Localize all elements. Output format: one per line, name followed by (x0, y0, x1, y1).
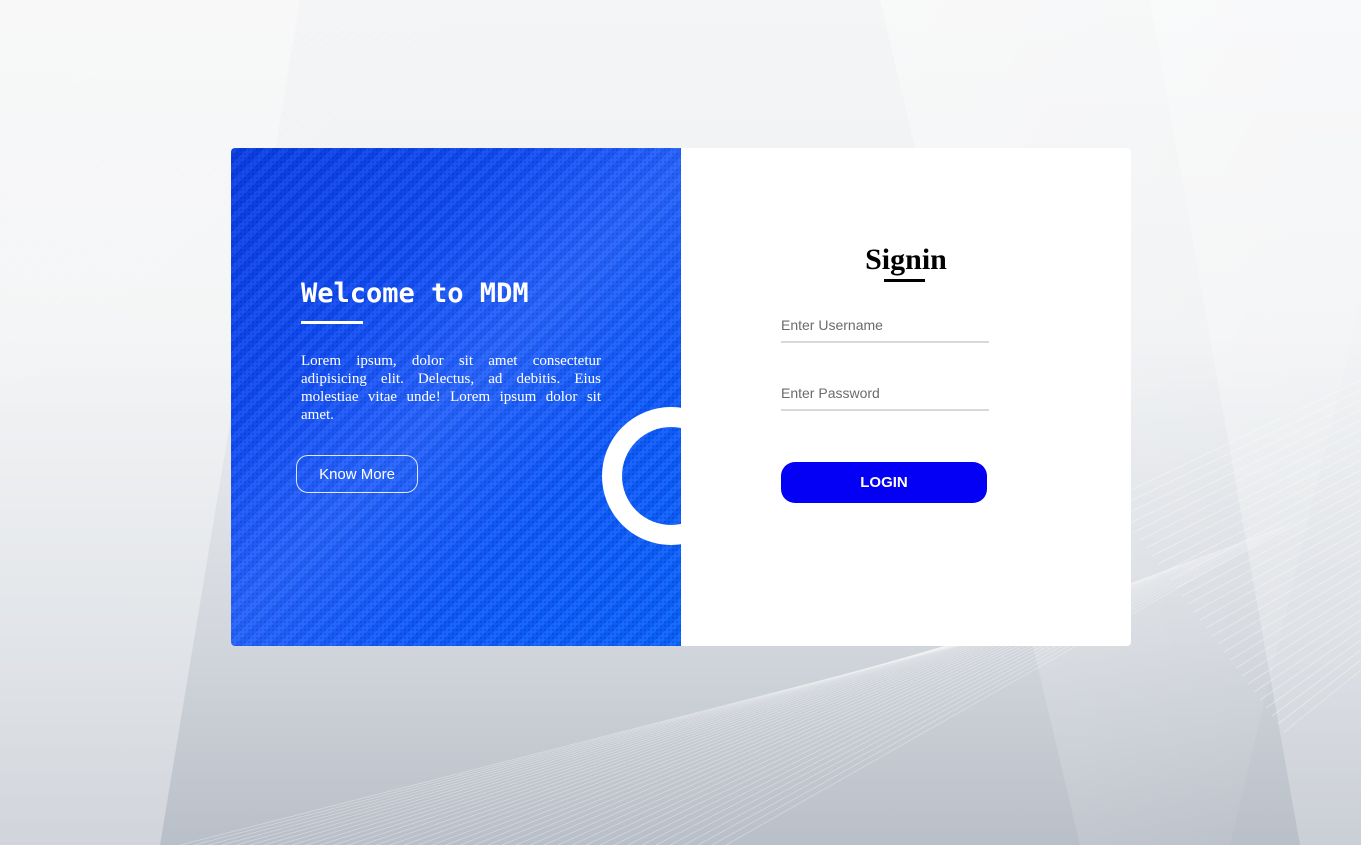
signin-title: Signin (865, 243, 947, 276)
signin-panel: Signin LOGIN (681, 148, 1131, 646)
username-input[interactable] (781, 309, 989, 343)
login-card: Welcome to MDM Lorem ipsum, dolor sit am… (231, 148, 1131, 646)
login-button[interactable]: LOGIN (781, 462, 987, 503)
decorative-ring (602, 407, 740, 545)
signin-title-underline (884, 279, 925, 282)
welcome-title: Welcome to MDM (301, 278, 529, 309)
welcome-description: Lorem ipsum, dolor sit amet consectetur … (301, 353, 601, 423)
know-more-button[interactable]: Know More (296, 455, 418, 493)
welcome-panel: Welcome to MDM Lorem ipsum, dolor sit am… (231, 148, 681, 646)
password-input[interactable] (781, 377, 989, 411)
welcome-content: Welcome to MDM Lorem ipsum, dolor sit am… (301, 276, 601, 424)
welcome-title-underline (301, 321, 363, 324)
